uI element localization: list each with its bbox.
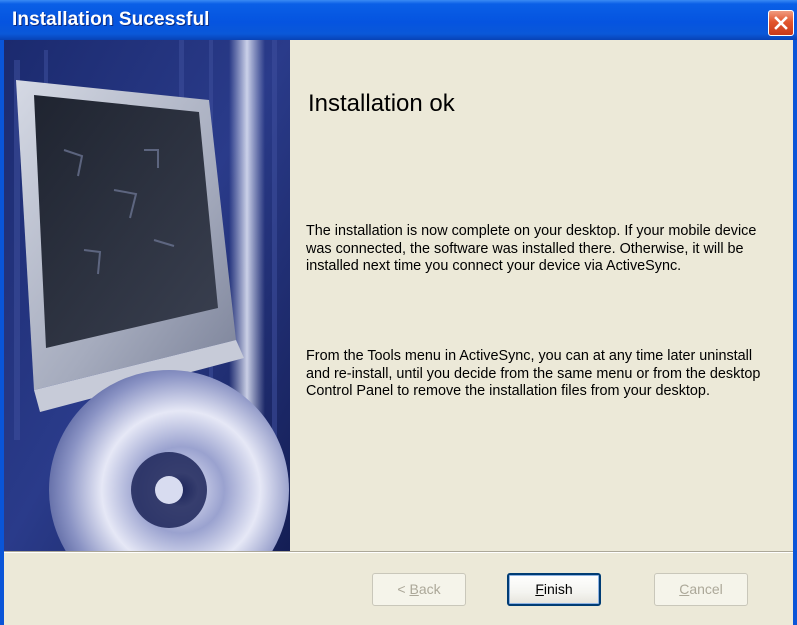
page-heading: Installation ok xyxy=(308,90,455,117)
back-button[interactable]: < Back xyxy=(372,573,466,606)
window-border-right xyxy=(793,40,797,625)
completion-message: The installation is now complete on your… xyxy=(306,223,757,274)
finish-button-label: inish xyxy=(543,581,573,597)
close-icon xyxy=(774,16,788,30)
content-panel: Installation ok The installation is now … xyxy=(290,40,793,551)
window-title: Installation Sucessful xyxy=(12,9,210,30)
back-button-accel: B xyxy=(409,581,419,597)
cancel-button[interactable]: Cancel xyxy=(654,573,748,606)
back-button-label: ack xyxy=(418,581,441,597)
finish-button-accel: F xyxy=(535,581,544,597)
installer-dialog: Installation Sucessful Installation ok T… xyxy=(0,0,797,625)
finish-button[interactable]: Finish xyxy=(507,573,601,606)
cancel-button-accel: C xyxy=(679,581,690,597)
title-bar[interactable]: Installation Sucessful xyxy=(0,0,797,40)
uninstall-info-message: From the Tools menu in ActiveSync, you c… xyxy=(306,348,761,399)
monitor-cd-banner-image xyxy=(4,40,290,551)
banner-image xyxy=(4,40,290,551)
footer-separator-highlight xyxy=(4,552,793,553)
close-button[interactable] xyxy=(768,10,794,36)
cancel-button-label: ancel xyxy=(689,581,723,597)
back-button-prefix: < xyxy=(397,581,410,597)
